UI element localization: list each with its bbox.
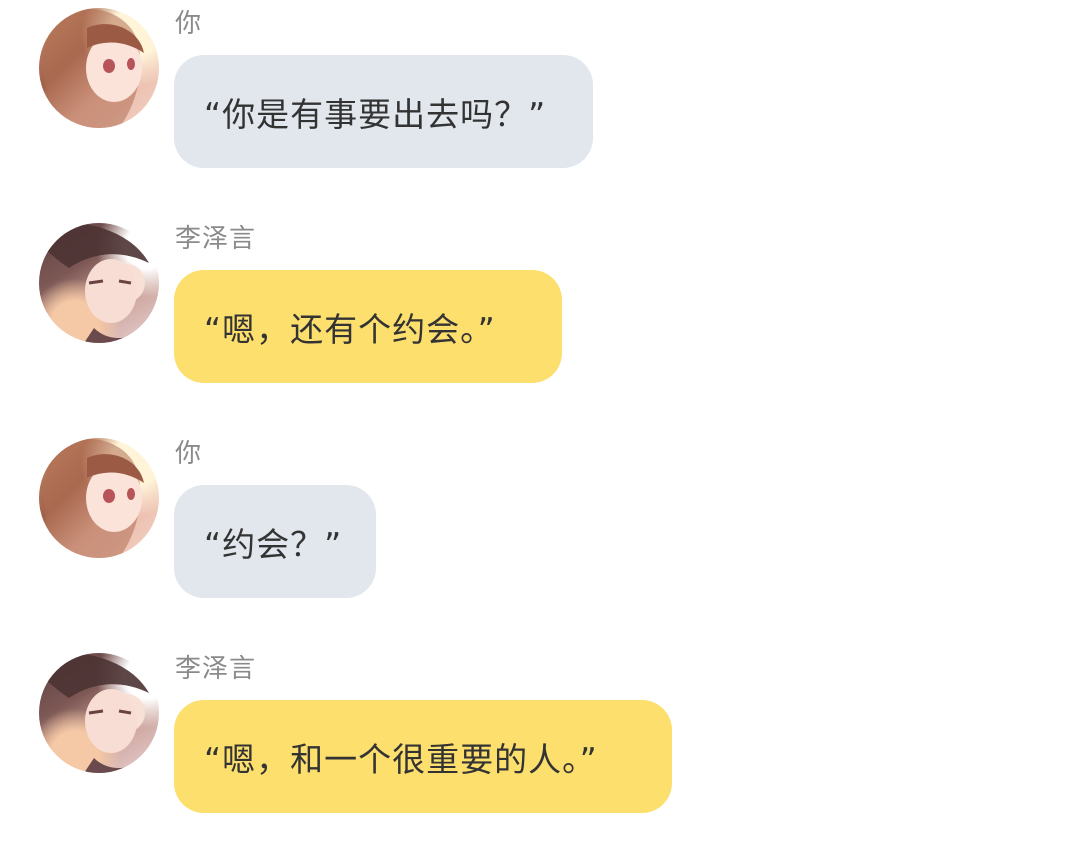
message-bubble[interactable]: “嗯，和一个很重要的人。” — [174, 700, 672, 813]
chat-message: 你 “约会？” — [0, 430, 1079, 630]
speaker-name: 李泽言 — [175, 224, 257, 254]
chat-log: 你 “你是有事要出去吗？” 李泽言 “嗯，还有个约会。” 你 “约会？” 李泽言… — [0, 0, 1079, 838]
girl-avatar-icon[interactable] — [39, 8, 159, 128]
speaker-name: 你 — [175, 9, 203, 39]
boy-avatar-icon[interactable] — [39, 653, 159, 773]
speaker-name: 你 — [175, 439, 203, 469]
message-bubble[interactable]: “嗯，还有个约会。” — [174, 270, 562, 383]
chat-message: 李泽言 “嗯，和一个很重要的人。” — [0, 645, 1079, 845]
boy-avatar-icon[interactable] — [39, 223, 159, 343]
girl-avatar-icon[interactable] — [39, 438, 159, 558]
chat-message: 李泽言 “嗯，还有个约会。” — [0, 215, 1079, 415]
speaker-name: 李泽言 — [175, 654, 257, 684]
chat-message: 你 “你是有事要出去吗？” — [0, 0, 1079, 200]
message-bubble[interactable]: “你是有事要出去吗？” — [174, 55, 593, 168]
message-bubble[interactable]: “约会？” — [174, 485, 376, 598]
